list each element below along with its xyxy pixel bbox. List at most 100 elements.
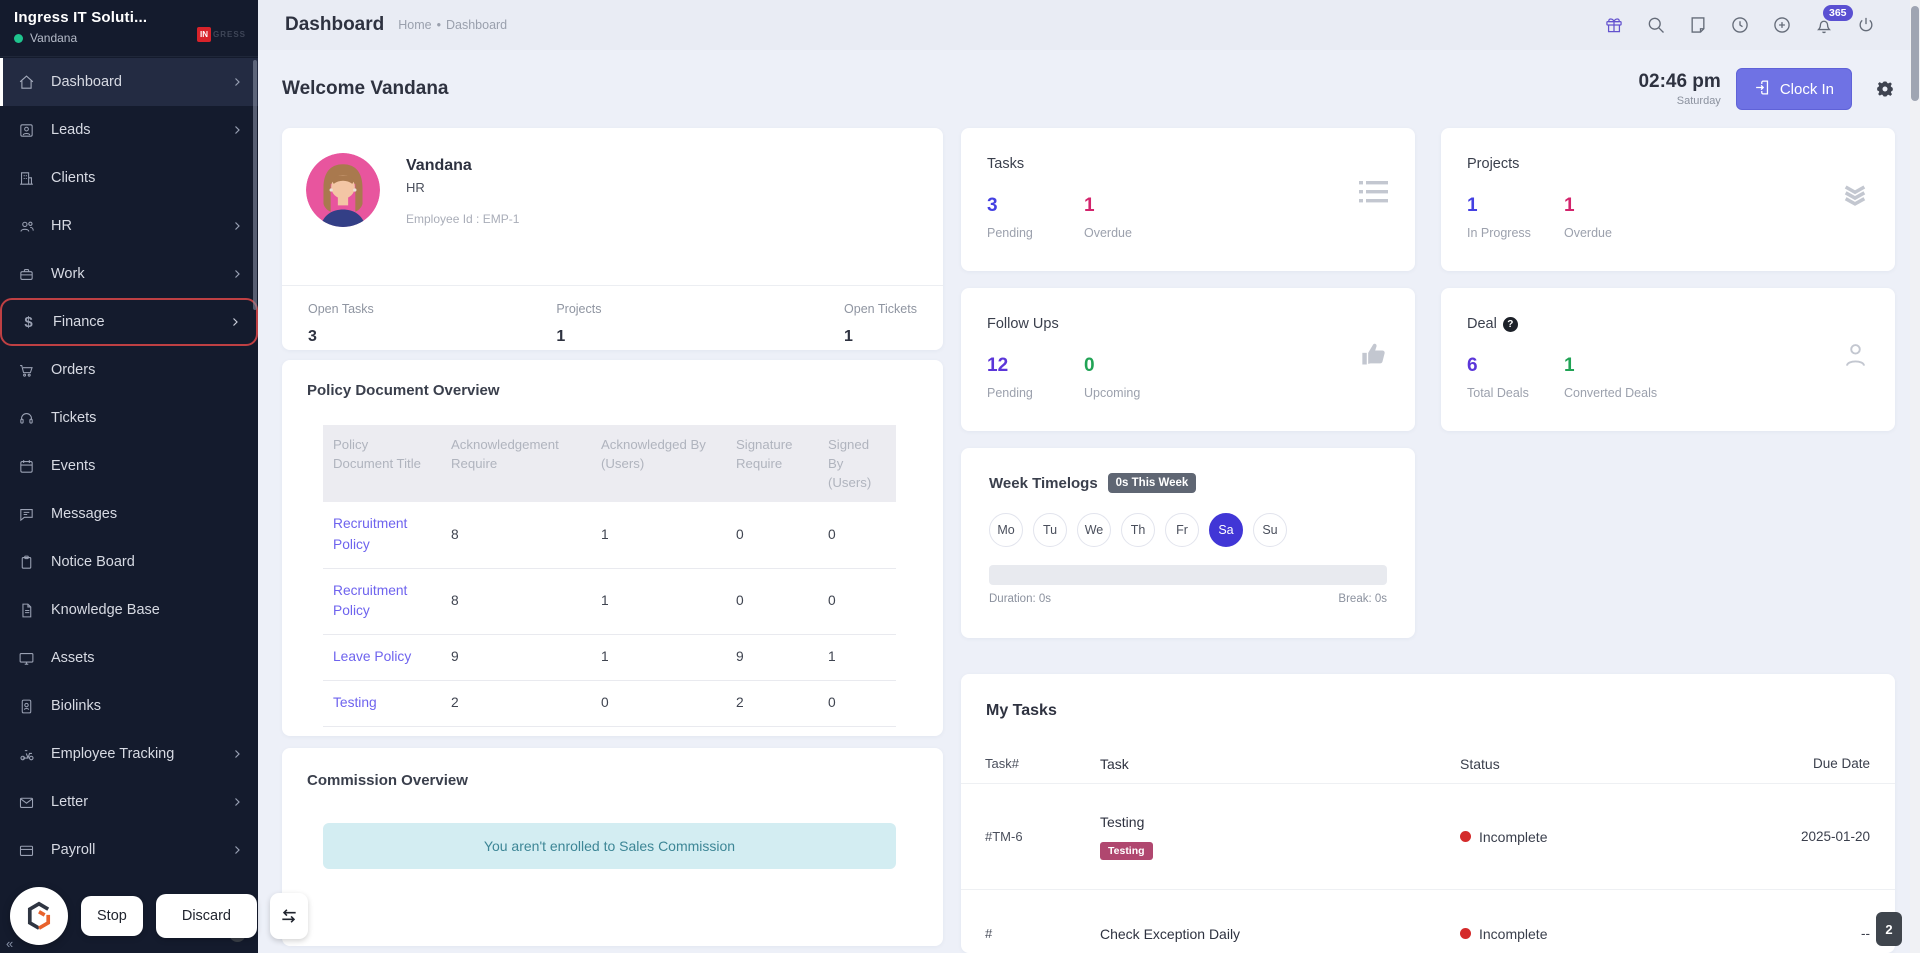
sidebar-item-leads[interactable]: Leads	[0, 106, 258, 154]
sidebar-item-label: Leads	[51, 122, 91, 138]
swap-arrows-button[interactable]	[270, 893, 308, 939]
week-timelogs-card: Week Timelogs 0s This Week Mo Tu We Th F…	[961, 448, 1415, 638]
sidebar-item-hr[interactable]: HR	[0, 202, 258, 250]
page-scrollbar[interactable]	[1910, 0, 1920, 953]
policy-card-title: Policy Document Overview	[307, 382, 500, 399]
task-name[interactable]: Check Exception Daily	[1100, 926, 1460, 942]
employee-tracking-icon	[17, 746, 36, 763]
day-mo[interactable]: Mo	[989, 513, 1023, 547]
sidebar-item-label: Events	[51, 458, 96, 474]
status-dot-red	[1460, 831, 1471, 842]
table-row: Testing 2 0 2 0	[323, 680, 896, 727]
brand-logo: IN GRESS	[196, 13, 246, 56]
collapse-arrow-icon[interactable]: «	[6, 936, 13, 951]
sidebar-item-label: Assets	[51, 650, 95, 666]
projects-card-title: Projects	[1467, 156, 1520, 172]
sidebar-item-label: Messages	[51, 506, 118, 522]
sidebar-item-work[interactable]: Work	[0, 250, 258, 298]
bell-icon[interactable]: 365	[1814, 5, 1853, 35]
day-fr[interactable]: Fr	[1165, 513, 1199, 547]
sidebar-item-label: Payroll	[51, 842, 96, 858]
chevron-right-icon	[229, 316, 241, 328]
commission-alert: You aren't enrolled to Sales Commission	[323, 823, 896, 869]
policy-col-header: Acknowledged By (Users)	[591, 425, 726, 503]
sidebar-scrollbar[interactable]	[253, 60, 257, 310]
sidebar-item-assets[interactable]: Assets	[0, 634, 258, 682]
sidebar-item-label: HR	[51, 218, 72, 234]
table-row[interactable]: #TM-6 Testing Testing Incomplete 2025-01…	[961, 784, 1895, 890]
help-icon[interactable]: ?	[1502, 316, 1518, 332]
sidebar-item-label: Clients	[51, 170, 96, 186]
sidebar-item-biolinks[interactable]: Biolinks	[0, 682, 258, 730]
timelogs-week-badge: 0s This Week	[1107, 473, 1197, 493]
sidebar-item-letter[interactable]: Letter	[0, 778, 258, 826]
thumbs-up-icon	[1359, 340, 1389, 373]
plus-circle-icon[interactable]	[1772, 15, 1792, 35]
breadcrumb-separator: •	[436, 18, 441, 32]
breadcrumb-home[interactable]: Home	[398, 18, 431, 32]
gear-icon[interactable]	[1875, 79, 1895, 99]
gift-icon[interactable]	[1604, 15, 1624, 35]
day-th[interactable]: Th	[1121, 513, 1155, 547]
tickets-icon	[17, 410, 36, 427]
recorder-logo-button[interactable]	[10, 887, 68, 945]
sidebar-item-events[interactable]: Events	[0, 442, 258, 490]
note-icon[interactable]	[1688, 15, 1708, 35]
sidebar-item-clients[interactable]: Clients	[0, 154, 258, 202]
day-su[interactable]: Su	[1253, 513, 1287, 547]
scrollbar-thumb[interactable]	[1911, 6, 1919, 101]
sidebar-item-messages[interactable]: Messages	[0, 490, 258, 538]
sidebar-item-dashboard[interactable]: Dashboard	[0, 58, 258, 106]
stop-button[interactable]: Stop	[81, 896, 143, 936]
deal-converted-metric: 1 Converted Deals	[1564, 355, 1658, 400]
task-tag: Testing	[1100, 841, 1153, 860]
sidebar-item-label: Dashboard	[51, 74, 122, 90]
day-tu[interactable]: Tu	[1033, 513, 1067, 547]
chevron-right-icon	[231, 220, 243, 232]
recorder-overlay: « Stop Discard ?	[6, 887, 308, 951]
policy-link[interactable]: Leave Policy	[333, 649, 411, 664]
company-name: Ingress IT Soluti...	[14, 9, 148, 26]
sidebar-item-orders[interactable]: Orders	[0, 346, 258, 394]
sidebar-item-knowledge-base[interactable]: Knowledge Base	[0, 586, 258, 634]
projects-overdue-metric: 1 Overdue	[1564, 195, 1612, 240]
deal-card: Deal ? 6 Total Deals 1 Converted Deals	[1441, 288, 1895, 431]
table-row[interactable]: # Check Exception Daily Incomplete --	[961, 890, 1895, 953]
day-sa[interactable]: Sa	[1209, 513, 1243, 547]
sidebar-item-payroll[interactable]: Payroll	[0, 826, 258, 874]
policy-document-overview-card: Policy Document Overview Policy Document…	[282, 360, 943, 736]
policy-link[interactable]: Testing	[333, 695, 377, 710]
power-icon[interactable]	[1856, 15, 1876, 35]
sidebar-item-employee-tracking[interactable]: Employee Tracking	[0, 730, 258, 778]
clock-icon[interactable]	[1730, 15, 1750, 35]
notification-count-badge: 365	[1823, 5, 1853, 21]
current-time: 02:46 pm	[1638, 71, 1721, 92]
profile-stat-open-tasks: Open Tasks 3	[308, 302, 374, 345]
task-name[interactable]: Testing	[1100, 814, 1460, 830]
page-title: Dashboard	[285, 14, 385, 35]
duration-label: Duration: 0s	[989, 593, 1052, 605]
weekday-selector: Mo Tu We Th Fr Sa Su	[989, 513, 1387, 547]
profile-card: Vandana HR Employee Id : EMP-1 Open Task…	[282, 128, 943, 350]
clock-in-button[interactable]: Clock In	[1735, 68, 1852, 110]
policy-link[interactable]: Recruitment Policy	[333, 583, 407, 619]
sidebar-item-notice-board[interactable]: Notice Board	[0, 538, 258, 586]
search-icon[interactable]	[1646, 15, 1666, 35]
discard-button[interactable]: Discard	[155, 894, 257, 938]
orders-icon	[17, 362, 36, 379]
events-icon	[17, 458, 36, 475]
followups-upcoming-metric: 0 Upcoming	[1084, 355, 1141, 400]
policy-link[interactable]: Recruitment Policy	[333, 516, 407, 552]
sidebar-item-label: Tickets	[51, 410, 97, 426]
floating-page-badge[interactable]: 2	[1876, 912, 1902, 946]
sidebar-item-tickets[interactable]: Tickets	[0, 394, 258, 442]
avatar[interactable]	[306, 153, 380, 227]
sidebar-item-label: Orders	[51, 362, 96, 378]
profile-name: Vandana	[406, 157, 472, 174]
sidebar-item-finance[interactable]: $ Finance	[0, 298, 258, 346]
sidebar-item-label: Work	[51, 266, 85, 282]
status-badge: Incomplete	[1460, 829, 1745, 845]
day-we[interactable]: We	[1077, 513, 1111, 547]
profile-stat-projects: Projects 1	[556, 302, 602, 345]
current-day: Saturday	[1676, 95, 1721, 107]
